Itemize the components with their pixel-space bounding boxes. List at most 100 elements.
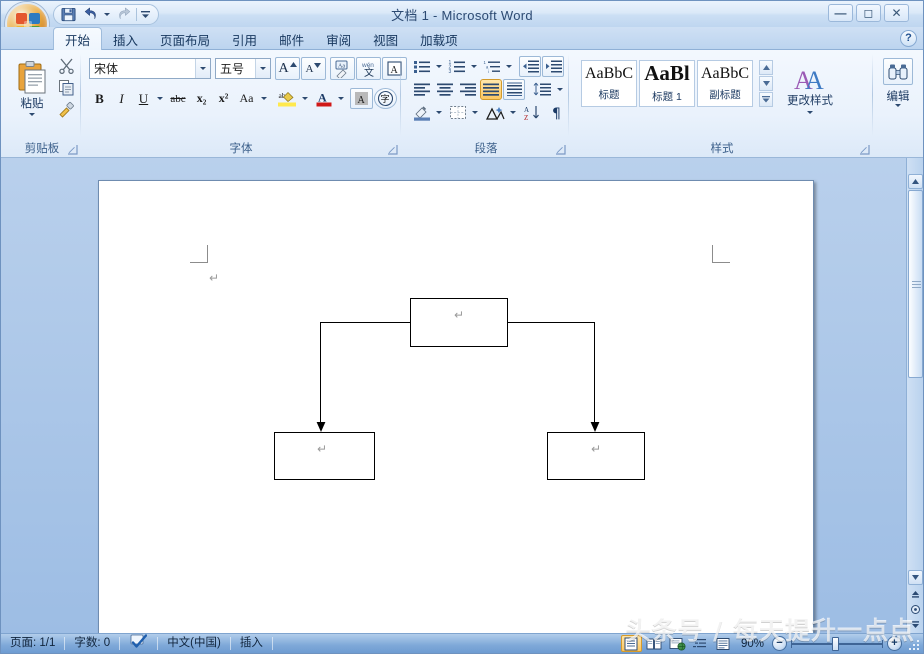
shading-dropdown[interactable] bbox=[434, 102, 443, 123]
maximize-button[interactable]: ◻ bbox=[856, 4, 881, 22]
style-card-heading-1[interactable]: AaBl 标题 1 bbox=[639, 60, 695, 107]
view-web-layout-button[interactable] bbox=[667, 635, 688, 652]
line-spacing-dropdown[interactable] bbox=[555, 79, 564, 100]
undo-button[interactable] bbox=[80, 6, 100, 23]
tab-addins[interactable]: 加载项 bbox=[409, 27, 469, 50]
close-button[interactable]: ✕ bbox=[884, 4, 909, 22]
copy-button[interactable] bbox=[57, 78, 76, 97]
change-styles-button[interactable]: A A 更改样式 bbox=[783, 58, 837, 120]
multilevel-list-dropdown[interactable] bbox=[504, 56, 513, 77]
save-button[interactable] bbox=[58, 6, 78, 23]
show-paragraph-marks-button[interactable]: ¶ bbox=[547, 102, 569, 123]
align-center-button[interactable] bbox=[434, 79, 456, 100]
italic-button[interactable]: I bbox=[111, 88, 132, 109]
font-color-button[interactable]: A bbox=[313, 88, 335, 109]
redo-button[interactable] bbox=[114, 6, 134, 23]
cut-button[interactable] bbox=[57, 56, 76, 75]
undo-dropdown-button[interactable] bbox=[102, 6, 112, 23]
view-full-screen-reading-button[interactable] bbox=[644, 635, 665, 652]
next-page-button[interactable] bbox=[909, 618, 922, 631]
help-button[interactable]: ? bbox=[900, 30, 917, 47]
document-canvas[interactable]: ↵ ↵ ↵ ↵ bbox=[1, 158, 923, 633]
zoom-slider-handle[interactable] bbox=[832, 636, 839, 651]
connector-right-vertical[interactable] bbox=[594, 322, 596, 426]
status-page-info[interactable]: 页面: 1/1 bbox=[1, 634, 64, 653]
flowchart-node-top[interactable]: ↵ bbox=[410, 298, 508, 347]
tab-home[interactable]: 开始 bbox=[53, 27, 103, 50]
document-page[interactable]: ↵ ↵ ↵ ↵ bbox=[98, 180, 814, 633]
font-size-combo[interactable]: 五号 bbox=[215, 58, 271, 79]
tab-page-layout[interactable]: 页面布局 bbox=[149, 27, 221, 50]
multilevel-list-button[interactable]: 1ai bbox=[481, 56, 503, 77]
status-word-count[interactable]: 字数: 0 bbox=[65, 634, 119, 653]
align-right-button[interactable] bbox=[457, 79, 479, 100]
font-color-dropdown[interactable] bbox=[336, 88, 346, 109]
tab-references[interactable]: 引用 bbox=[221, 27, 268, 50]
format-painter-button[interactable] bbox=[57, 100, 76, 119]
zoom-out-button[interactable]: − bbox=[772, 636, 787, 651]
align-left-button[interactable] bbox=[411, 79, 433, 100]
previous-page-button[interactable] bbox=[909, 588, 922, 601]
zoom-level-label[interactable]: 90% bbox=[735, 638, 772, 650]
scroll-down-button[interactable] bbox=[908, 570, 923, 585]
connector-left-horizontal[interactable] bbox=[320, 322, 411, 324]
underline-dropdown[interactable] bbox=[155, 88, 165, 109]
styles-dialog-launcher[interactable] bbox=[859, 144, 870, 155]
sort-button[interactable]: A Z bbox=[521, 102, 543, 123]
customize-qat-button[interactable] bbox=[139, 6, 152, 23]
numbering-dropdown[interactable] bbox=[469, 56, 478, 77]
change-case-button[interactable]: Aa bbox=[235, 88, 258, 109]
asian-layout-button[interactable] bbox=[483, 102, 507, 123]
paragraph-dialog-launcher[interactable] bbox=[555, 144, 566, 155]
tab-view[interactable]: 视图 bbox=[362, 27, 409, 50]
text-highlight-button[interactable]: ab bbox=[275, 88, 299, 109]
connector-right-horizontal[interactable] bbox=[508, 322, 595, 324]
view-outline-button[interactable] bbox=[690, 635, 711, 652]
select-browse-object-button[interactable] bbox=[909, 603, 922, 616]
change-case-dropdown[interactable] bbox=[259, 88, 269, 109]
view-print-layout-button[interactable] bbox=[620, 635, 642, 652]
styles-scroll-down-button[interactable] bbox=[759, 76, 773, 91]
bullets-dropdown[interactable] bbox=[434, 56, 443, 77]
distribute-button[interactable] bbox=[503, 79, 525, 100]
tab-review[interactable]: 审阅 bbox=[315, 27, 362, 50]
view-draft-button[interactable] bbox=[713, 635, 734, 652]
flowchart-node-bottom-left[interactable]: ↵ bbox=[274, 432, 375, 480]
styles-scroll-up-button[interactable] bbox=[759, 60, 773, 75]
editing-dropdown-button[interactable] bbox=[873, 104, 923, 107]
styles-more-button[interactable] bbox=[759, 92, 773, 107]
font-size-dropdown[interactable] bbox=[255, 59, 270, 78]
style-card-subtitle[interactable]: AaBbC 副标题 bbox=[697, 60, 753, 107]
font-name-dropdown[interactable] bbox=[195, 59, 210, 78]
minimize-button[interactable]: — bbox=[828, 4, 853, 22]
zoom-slider[interactable] bbox=[791, 636, 883, 652]
scrollbar-thumb[interactable] bbox=[908, 190, 923, 378]
numbering-button[interactable]: 123 bbox=[446, 56, 468, 77]
vertical-scrollbar[interactable] bbox=[906, 158, 923, 633]
proofing-status-button[interactable] bbox=[120, 633, 157, 654]
flowchart-node-bottom-right[interactable]: ↵ bbox=[547, 432, 645, 480]
subscript-button[interactable]: x₂ bbox=[191, 88, 212, 109]
highlight-dropdown[interactable] bbox=[300, 88, 310, 109]
connector-left-vertical[interactable] bbox=[320, 322, 322, 426]
grow-font-button[interactable]: A bbox=[275, 57, 300, 80]
font-name-combo[interactable]: 宋体 bbox=[89, 58, 211, 79]
superscript-button[interactable]: x² bbox=[213, 88, 234, 109]
bullets-button[interactable] bbox=[411, 56, 433, 77]
shrink-font-button[interactable]: A bbox=[301, 57, 326, 80]
clipboard-dialog-launcher[interactable] bbox=[67, 144, 78, 155]
paste-button[interactable]: 粘贴 bbox=[11, 56, 53, 120]
scroll-up-button[interactable] bbox=[908, 174, 923, 189]
asian-layout-dropdown[interactable] bbox=[508, 102, 517, 123]
style-card-title[interactable]: AaBbC 标题 bbox=[581, 60, 637, 107]
underline-button[interactable]: U bbox=[133, 88, 154, 109]
tab-insert[interactable]: 插入 bbox=[102, 27, 149, 50]
line-spacing-button[interactable] bbox=[530, 79, 554, 100]
shading-button[interactable] bbox=[411, 102, 433, 123]
editing-find-button[interactable] bbox=[883, 58, 913, 85]
borders-dropdown[interactable] bbox=[470, 102, 479, 123]
resize-grip[interactable] bbox=[907, 638, 919, 650]
phonetic-guide-button[interactable]: wén 文 bbox=[356, 57, 381, 80]
decrease-indent-button[interactable] bbox=[519, 56, 541, 77]
borders-button[interactable] bbox=[447, 102, 469, 123]
